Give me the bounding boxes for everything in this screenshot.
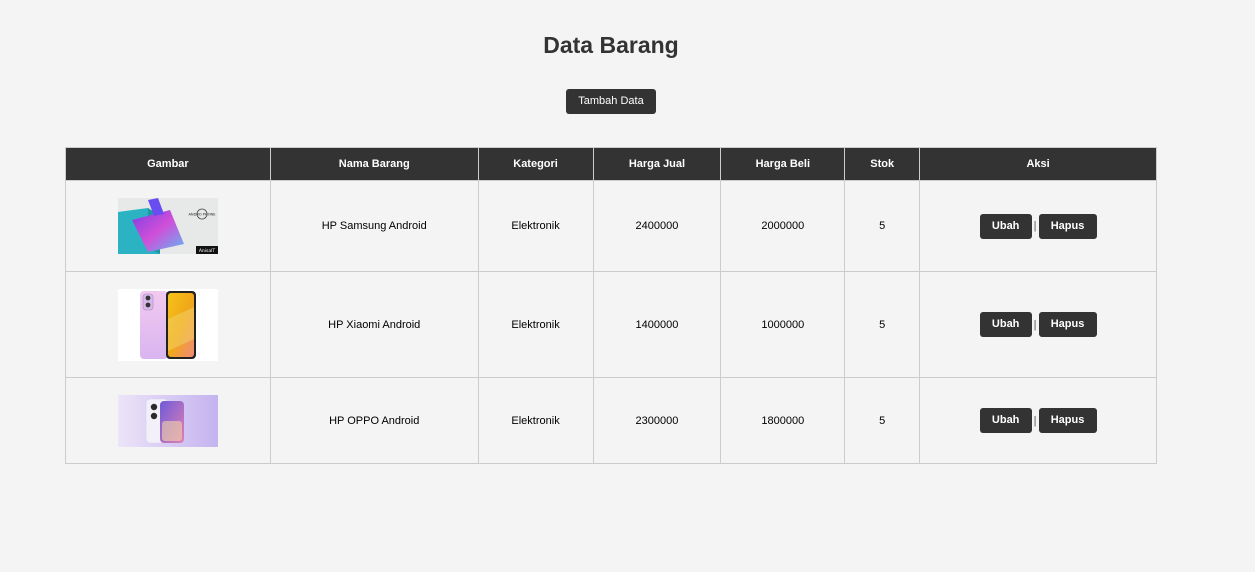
page-title: Data Barang <box>543 32 679 58</box>
page: Data Barang Tambah Data Gambar Nama Bara… <box>0 0 1255 572</box>
product-image-xiaomi <box>117 288 218 361</box>
item-sell-price: 1400000 <box>592 271 722 378</box>
delete-button[interactable]: Hapus <box>1038 213 1097 239</box>
item-stock: 5 <box>844 271 921 378</box>
table-header-row: Gambar Nama Barang Kategori Harga Jual H… <box>65 147 1157 181</box>
item-sell-price: 2300000 <box>592 377 722 464</box>
image-caption: AnisaIT <box>199 248 216 254</box>
edit-button[interactable]: Ubah <box>979 408 1032 433</box>
image-cell <box>65 377 271 464</box>
header-harga-jual: Harga Jual <box>592 147 722 181</box>
header-kategori: Kategori <box>477 147 594 181</box>
header-aksi: Aksi <box>919 147 1157 181</box>
item-category: Elektronik <box>477 271 594 378</box>
action-separator: | <box>1033 414 1037 427</box>
item-buy-price: 2000000 <box>720 180 846 272</box>
product-image-oppo <box>117 394 218 447</box>
add-data-button[interactable]: Tambah Data <box>566 89 656 114</box>
action-separator: | <box>1033 220 1037 232</box>
item-category: Elektronik <box>477 377 594 464</box>
delete-button[interactable]: Hapus <box>1038 408 1097 433</box>
action-cell: Ubah | Hapus <box>919 180 1157 272</box>
item-sell-price: 2400000 <box>592 180 722 272</box>
header-stok: Stok <box>844 147 921 181</box>
andro-phone-logo: ANDRO PHONE <box>188 213 216 217</box>
item-category: Elektronik <box>477 180 594 272</box>
item-name: HP Xiaomi Android <box>269 271 479 378</box>
item-stock: 5 <box>844 377 921 464</box>
delete-button[interactable]: Hapus <box>1038 312 1097 337</box>
product-image-samsung: ANDRO PHONE AnisaIT <box>117 198 218 254</box>
table-row: HP Xiaomi Android Elektronik 1400000 100… <box>65 271 1157 378</box>
edit-button[interactable]: Ubah <box>979 213 1032 239</box>
table-row: ANDRO PHONE AnisaIT HP Samsung Android E… <box>65 180 1157 272</box>
header-harga-beli: Harga Beli <box>720 147 846 181</box>
item-stock: 5 <box>844 180 921 272</box>
items-table: Gambar Nama Barang Kategori Harga Jual H… <box>65 147 1157 464</box>
edit-button[interactable]: Ubah <box>979 312 1032 337</box>
table-row: HP OPPO Android Elektronik 2300000 18000… <box>65 377 1157 464</box>
action-cell: Ubah | Hapus <box>919 377 1157 464</box>
image-cell: ANDRO PHONE AnisaIT <box>65 180 271 272</box>
item-buy-price: 1000000 <box>720 271 846 378</box>
item-buy-price: 1800000 <box>720 377 846 464</box>
image-cell <box>65 271 271 378</box>
header-nama-barang: Nama Barang <box>269 147 479 181</box>
item-name: HP Samsung Android <box>269 180 479 272</box>
action-cell: Ubah | Hapus <box>919 271 1157 378</box>
item-name: HP OPPO Android <box>269 377 479 464</box>
header-gambar: Gambar <box>65 147 271 181</box>
action-separator: | <box>1033 318 1037 331</box>
